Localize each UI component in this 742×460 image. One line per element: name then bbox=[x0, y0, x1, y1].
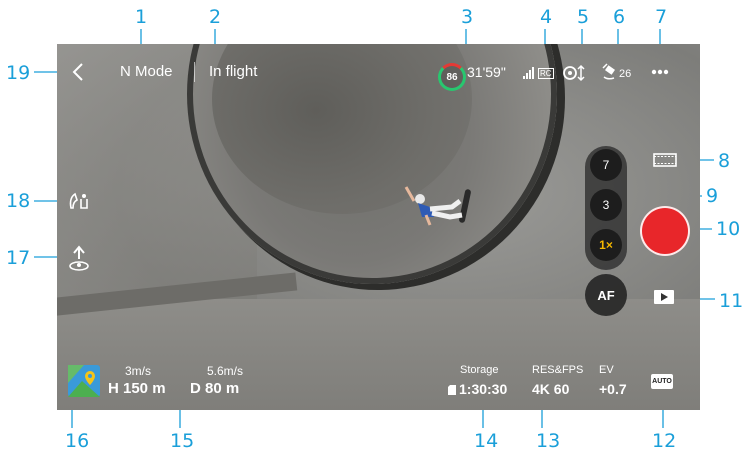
resfps-label: RES&FPS bbox=[532, 364, 584, 376]
flight-time-remaining: 31'59" bbox=[467, 64, 506, 80]
more-dots-icon[interactable] bbox=[651, 68, 669, 76]
sd-card-icon bbox=[448, 385, 456, 395]
camera-view[interactable]: N Mode In flight 86 31'59" RC 26 7 3 1× … bbox=[57, 44, 700, 410]
distance-readout: D 80 m bbox=[190, 380, 240, 397]
zoom-7x-button[interactable]: 7 bbox=[590, 149, 622, 181]
ev-value[interactable]: +0.7 bbox=[599, 381, 627, 397]
photo-video-toggle-icon[interactable] bbox=[653, 152, 677, 168]
takeoff-landing-icon[interactable] bbox=[66, 245, 92, 271]
battery-ring-icon[interactable]: 86 bbox=[438, 63, 466, 91]
height-readout: H 150 m bbox=[108, 380, 166, 397]
resfps-value[interactable]: 4K 60 bbox=[532, 381, 569, 397]
flight-mode-label[interactable]: N Mode bbox=[120, 63, 173, 80]
zoom-1x-button[interactable]: 1× bbox=[590, 229, 622, 261]
record-button[interactable] bbox=[640, 206, 690, 256]
af-button[interactable]: AF bbox=[585, 274, 627, 316]
zoom-3x-button[interactable]: 3 bbox=[590, 189, 622, 221]
vertical-speed: 3m/s bbox=[125, 364, 152, 378]
horizontal-speed: 5.6m/s bbox=[207, 364, 244, 378]
auto-camera-icon[interactable]: AUTO bbox=[651, 374, 673, 389]
gps-satellite-icon[interactable] bbox=[602, 63, 620, 81]
back-arrow-icon[interactable] bbox=[71, 62, 85, 82]
intelligent-flight-icon[interactable] bbox=[67, 190, 91, 212]
rc-signal-label: RC bbox=[538, 68, 554, 79]
skater-figure bbox=[404, 186, 471, 226]
auto-mode-label: AUTO bbox=[652, 378, 672, 385]
topbar-divider bbox=[194, 62, 195, 82]
flight-status-label[interactable]: In flight bbox=[209, 63, 257, 80]
playback-icon[interactable] bbox=[653, 289, 675, 305]
ev-label: EV bbox=[599, 364, 614, 376]
battery-percent: 86 bbox=[446, 71, 458, 83]
storage-label: Storage bbox=[460, 364, 499, 376]
map-icon[interactable] bbox=[68, 365, 100, 397]
gps-count: 26 bbox=[619, 68, 632, 80]
vision-system-icon[interactable] bbox=[563, 64, 585, 82]
storage-remaining[interactable]: 1:30:30 bbox=[459, 381, 507, 397]
signal-bars-icon[interactable] bbox=[523, 66, 539, 80]
